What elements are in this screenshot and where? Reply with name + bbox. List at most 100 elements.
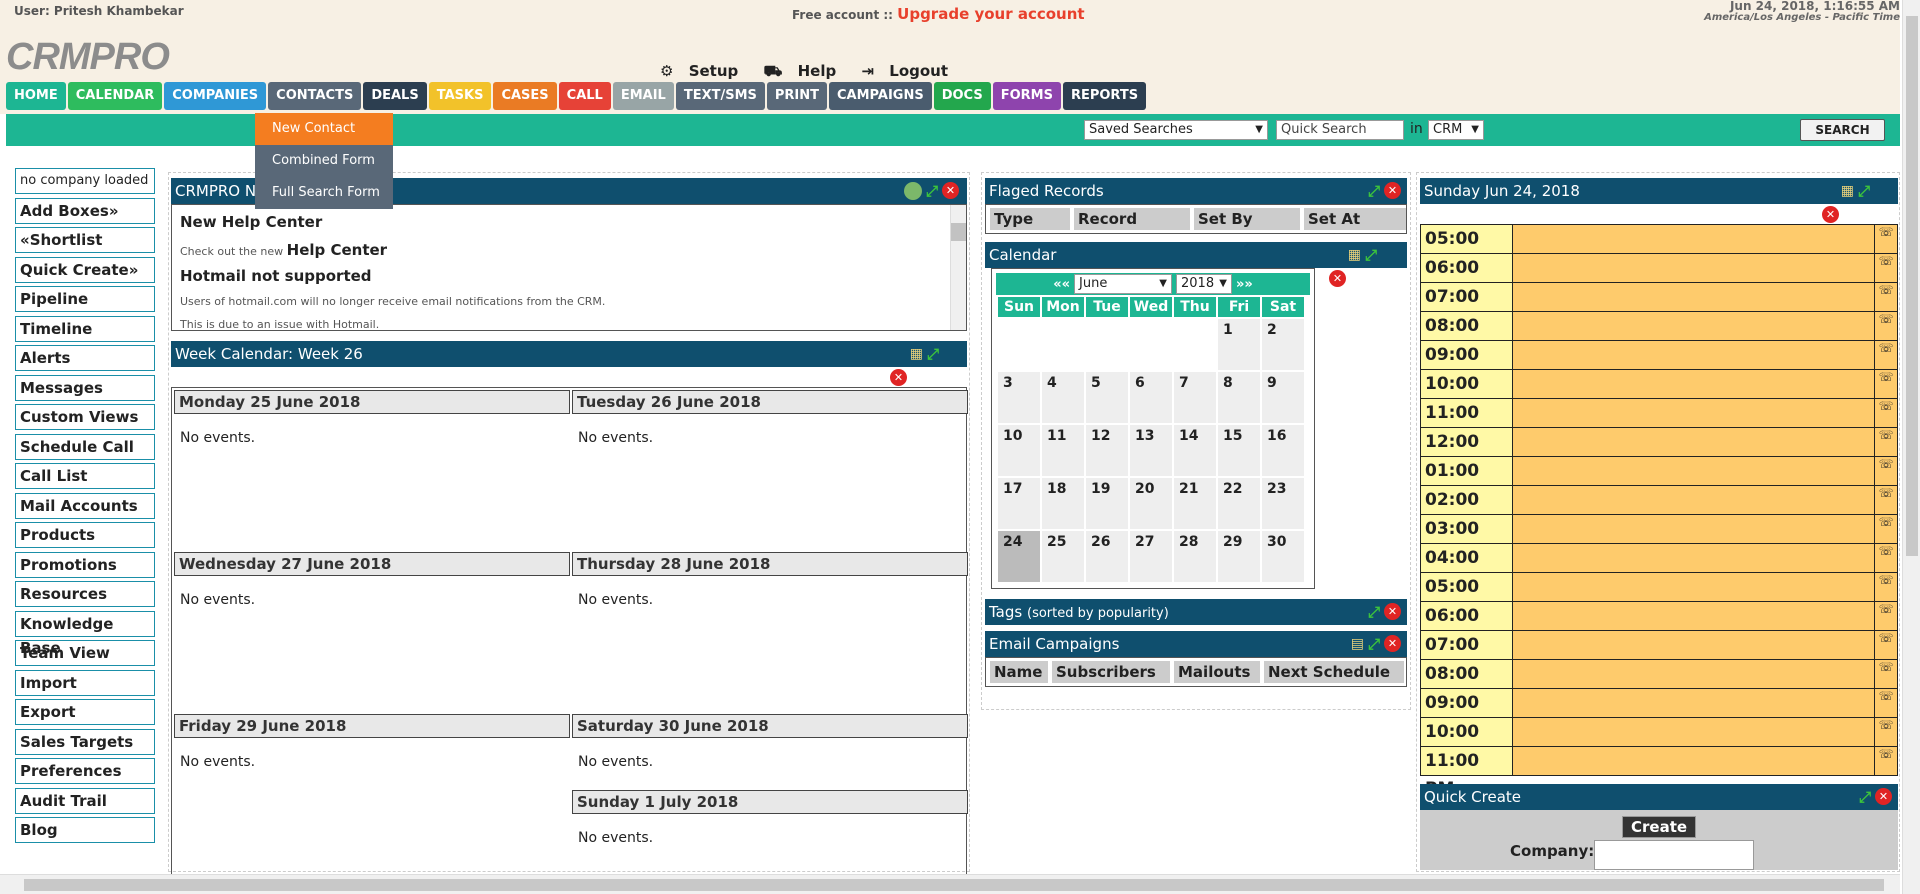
phone-calendar-icon[interactable]: ☏ bbox=[1875, 370, 1897, 398]
calendar-day[interactable]: 24 bbox=[998, 531, 1040, 582]
calendar-day[interactable]: 28 bbox=[1174, 531, 1216, 582]
calendar-day[interactable]: 2 bbox=[1262, 319, 1304, 370]
time-slot-body[interactable] bbox=[1513, 747, 1875, 775]
company-input[interactable] bbox=[1594, 840, 1754, 870]
calendar-day[interactable]: 10 bbox=[998, 425, 1040, 476]
search-button[interactable]: SEARCH bbox=[1800, 119, 1885, 141]
nav-docs[interactable]: DOCS bbox=[933, 82, 991, 110]
phone-calendar-icon[interactable]: ☏ bbox=[1875, 341, 1897, 369]
search-scope-select[interactable]: CRM ▼ bbox=[1428, 120, 1484, 140]
calendar-day[interactable]: 30 bbox=[1262, 531, 1304, 582]
next-year-button[interactable]: »» bbox=[1236, 277, 1253, 292]
expand-icon[interactable]: ⤢ bbox=[1368, 635, 1380, 653]
calendar-day[interactable]: 14 bbox=[1174, 425, 1216, 476]
month-select[interactable]: June ▼ bbox=[1074, 274, 1172, 294]
vertical-scrollbar-thumb[interactable] bbox=[1906, 16, 1918, 556]
phone-calendar-icon[interactable]: ☏ bbox=[1875, 399, 1897, 427]
sidebar-item-team-view[interactable]: Team View bbox=[15, 640, 155, 666]
expand-icon[interactable]: ⤢ bbox=[1368, 182, 1380, 200]
calendar-day[interactable]: 22 bbox=[1218, 478, 1260, 529]
horizontal-scrollbar-thumb[interactable] bbox=[24, 879, 1884, 891]
nav-contacts[interactable]: CONTACTS bbox=[268, 82, 362, 110]
nav-reports[interactable]: REPORTS bbox=[1062, 82, 1147, 110]
calendar-add-icon[interactable]: ▦ bbox=[1348, 246, 1361, 264]
sidebar-item-export[interactable]: Export bbox=[15, 699, 155, 725]
phone-calendar-icon[interactable]: ☏ bbox=[1875, 457, 1897, 485]
calendar-day[interactable]: 20 bbox=[1130, 478, 1172, 529]
calendar-day[interactable]: 26 bbox=[1086, 531, 1128, 582]
calendar-day[interactable]: 4 bbox=[1042, 372, 1084, 423]
time-slot-body[interactable] bbox=[1513, 283, 1875, 311]
setup-link[interactable]: ⚙ Setup bbox=[660, 62, 748, 80]
help-center-link[interactable]: Help Center bbox=[287, 241, 387, 259]
expand-icon[interactable]: ⤢ bbox=[1858, 182, 1870, 200]
phone-calendar-icon[interactable]: ☏ bbox=[1875, 544, 1897, 572]
sidebar-item-blog[interactable]: Blog bbox=[15, 817, 155, 843]
phone-calendar-icon[interactable]: ☏ bbox=[1875, 486, 1897, 514]
phone-calendar-icon[interactable]: ☏ bbox=[1875, 515, 1897, 543]
menu-item-combined-form[interactable]: Combined Form bbox=[255, 145, 393, 177]
quick-search-input[interactable]: Quick Search bbox=[1276, 120, 1404, 140]
time-slot-body[interactable] bbox=[1513, 341, 1875, 369]
phone-calendar-icon[interactable]: ☏ bbox=[1875, 312, 1897, 340]
close-icon[interactable]: ✕ bbox=[890, 369, 907, 386]
time-slot-body[interactable] bbox=[1513, 370, 1875, 398]
sidebar-item-custom-views[interactable]: Custom Views bbox=[15, 404, 155, 430]
calendar-day[interactable]: 16 bbox=[1262, 425, 1304, 476]
nav-email[interactable]: EMAIL bbox=[612, 82, 674, 110]
time-slot-body[interactable] bbox=[1513, 602, 1875, 630]
sidebar-item-audit-trail[interactable]: Audit Trail bbox=[15, 787, 155, 814]
create-button[interactable]: Create bbox=[1622, 816, 1697, 838]
calendar-day[interactable]: 29 bbox=[1218, 531, 1260, 582]
menu-item-new-contact[interactable]: New Contact bbox=[255, 113, 393, 145]
phone-calendar-icon[interactable]: ☏ bbox=[1875, 225, 1897, 253]
time-slot-body[interactable] bbox=[1513, 457, 1875, 485]
sidebar-item-pipeline[interactable]: Pipeline bbox=[15, 286, 155, 312]
vertical-scrollbar[interactable] bbox=[1902, 0, 1920, 894]
calendar-day[interactable]: 6 bbox=[1130, 372, 1172, 423]
expand-icon[interactable]: ⤢ bbox=[1859, 788, 1871, 806]
phone-calendar-icon[interactable]: ☏ bbox=[1875, 718, 1897, 746]
time-slot-body[interactable] bbox=[1513, 225, 1875, 253]
time-slot-body[interactable] bbox=[1513, 254, 1875, 282]
nav-textsms[interactable]: TEXT/SMS bbox=[675, 82, 765, 110]
sidebar-item-shortlist[interactable]: «Shortlist bbox=[15, 227, 155, 253]
time-slot-body[interactable] bbox=[1513, 689, 1875, 717]
upgrade-link[interactable]: Upgrade your account bbox=[897, 5, 1084, 23]
time-slot-body[interactable] bbox=[1513, 660, 1875, 688]
phone-calendar-icon[interactable]: ☏ bbox=[1875, 689, 1897, 717]
time-slot-body[interactable] bbox=[1513, 718, 1875, 746]
nav-campaigns[interactable]: CAMPAIGNS bbox=[829, 82, 932, 110]
time-slot-body[interactable] bbox=[1513, 486, 1875, 514]
close-icon[interactable]: ✕ bbox=[1329, 270, 1346, 287]
nav-print[interactable]: PRINT bbox=[766, 82, 828, 110]
time-slot-body[interactable] bbox=[1513, 515, 1875, 543]
calendar-day[interactable]: 21 bbox=[1174, 478, 1216, 529]
close-icon[interactable]: ✕ bbox=[942, 182, 959, 199]
nav-calendar[interactable]: CALENDAR bbox=[67, 82, 163, 110]
scrollbar[interactable] bbox=[950, 205, 966, 330]
close-icon[interactable]: ✕ bbox=[1822, 206, 1839, 223]
nav-forms[interactable]: FORMS bbox=[992, 82, 1061, 110]
nav-cases[interactable]: CASES bbox=[493, 82, 557, 110]
time-slot-body[interactable] bbox=[1513, 573, 1875, 601]
phone-calendar-icon[interactable]: ☏ bbox=[1875, 747, 1897, 775]
logout-link[interactable]: ⇥ Logout bbox=[861, 62, 958, 80]
calendar-day[interactable]: 9 bbox=[1262, 372, 1304, 423]
expand-icon[interactable]: ⤢ bbox=[926, 182, 938, 200]
calendar-day[interactable]: 8 bbox=[1218, 372, 1260, 423]
expand-icon[interactable]: ⤢ bbox=[1368, 603, 1380, 621]
phone-calendar-icon[interactable]: ☏ bbox=[1875, 428, 1897, 456]
time-slot-body[interactable] bbox=[1513, 312, 1875, 340]
expand-icon[interactable]: ⤢ bbox=[927, 345, 939, 363]
horizontal-scrollbar[interactable] bbox=[0, 874, 1900, 894]
campaign-add-icon[interactable]: ▤ bbox=[1351, 635, 1364, 653]
sidebar-item-schedule-call[interactable]: Schedule Call bbox=[15, 433, 155, 460]
phone-calendar-icon[interactable]: ☏ bbox=[1875, 283, 1897, 311]
sidebar-item-messages[interactable]: Messages bbox=[15, 374, 155, 401]
sidebar-item-add-boxes[interactable]: Add Boxes» bbox=[15, 197, 155, 224]
calendar-day[interactable]: 11 bbox=[1042, 425, 1084, 476]
sidebar-item-quick-create[interactable]: Quick Create» bbox=[15, 256, 155, 283]
sidebar-item-timeline[interactable]: Timeline bbox=[15, 315, 155, 342]
saved-searches-select[interactable]: Saved Searches ▼ bbox=[1084, 120, 1268, 140]
